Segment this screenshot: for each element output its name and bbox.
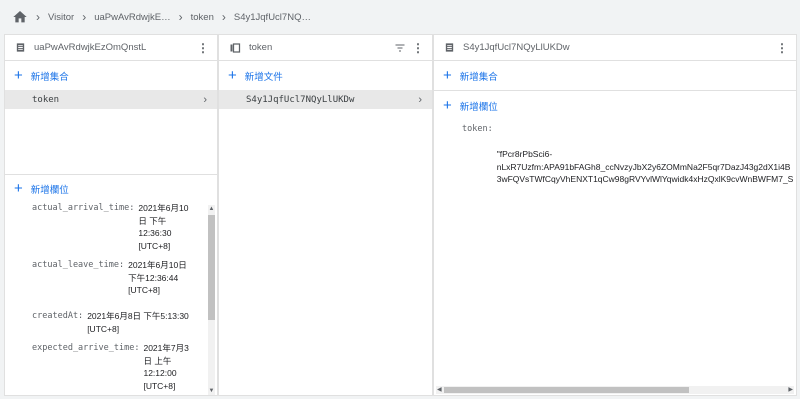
breadcrumb-item-visitor[interactable]: Visitor bbox=[48, 12, 74, 23]
breadcrumb-item-user[interactable]: uaPwAvRdwjkE… bbox=[94, 12, 170, 23]
add-collection-button[interactable]: + 新增集合 bbox=[434, 61, 796, 90]
home-icon[interactable] bbox=[12, 9, 28, 25]
add-field-label: 新增欄位 bbox=[30, 184, 69, 196]
plus-icon: + bbox=[14, 180, 23, 197]
add-document-button[interactable]: + 新增文件 bbox=[219, 61, 432, 90]
scrollbar-thumb[interactable] bbox=[208, 215, 215, 320]
scroll-up-icon[interactable]: ▲ bbox=[208, 205, 215, 213]
chevron-right-icon: › bbox=[221, 10, 226, 24]
field-list: actual_arrival_time: 2021年6月10 日 下午 12:36:… bbox=[5, 202, 217, 395]
add-document-label: 新增文件 bbox=[244, 71, 283, 83]
add-collection-button[interactable]: + 新增集合 bbox=[5, 61, 217, 90]
document-icon bbox=[16, 43, 25, 52]
chevron-right-icon: › bbox=[418, 93, 422, 106]
plus-icon: + bbox=[443, 67, 452, 84]
list-item-label: token bbox=[32, 94, 60, 105]
field-key: actual_leave_time: bbox=[32, 260, 125, 270]
add-field-button[interactable]: + 新增欄位 bbox=[5, 174, 217, 203]
add-field-label: 新增欄位 bbox=[459, 101, 498, 113]
chevron-right-icon: › bbox=[178, 10, 183, 24]
plus-icon: + bbox=[228, 67, 237, 84]
breadcrumb-item-token[interactable]: token bbox=[191, 12, 214, 23]
field-value: 2021年7月3 日 上午 12:12:00 [UTC+8] bbox=[143, 343, 189, 391]
document-detail-panel: S4y1JqfUcl7NQyLlUKDw ⋮ + 新增集合 + 新增欄位 tok… bbox=[433, 34, 797, 396]
field-key: expected_arrive_time: bbox=[32, 343, 140, 353]
panel-title: token bbox=[249, 42, 273, 53]
add-field-button[interactable]: + 新增欄位 bbox=[434, 91, 796, 120]
scroll-down-icon[interactable]: ▼ bbox=[208, 387, 215, 395]
list-item[interactable]: S4y1JqfUcl7NQyLlUKDw › bbox=[219, 90, 432, 109]
chevron-right-icon: › bbox=[36, 10, 40, 24]
scrollbar-thumb[interactable] bbox=[444, 387, 689, 393]
breadcrumb: › Visitor › uaPwAvRdwjkE… › token › S4y1… bbox=[0, 0, 800, 34]
more-vert-icon[interactable]: ⋮ bbox=[412, 41, 424, 55]
field-value: 2021年6月8日 下午5:13:30 [UTC+8] bbox=[87, 311, 189, 334]
chevron-right-icon: › bbox=[82, 10, 87, 24]
field-key: token: bbox=[462, 124, 493, 134]
more-vert-icon[interactable]: ⋮ bbox=[776, 41, 788, 55]
field-key: actual_arrival_time: bbox=[32, 203, 135, 213]
vertical-scrollbar[interactable]: ▲ ▼ bbox=[208, 205, 215, 395]
field-value: "fPcr8rPbSci6- nLxR7Uzfm:APA91bFAGh8_ccNv… bbox=[496, 149, 794, 184]
document-icon bbox=[445, 43, 454, 52]
field-row[interactable]: expected_arrive_time: 2021年7月3 日 上午 12:12:… bbox=[32, 342, 189, 392]
collection-icon bbox=[230, 42, 241, 53]
horizontal-scrollbar[interactable]: ◀ ▶ bbox=[436, 386, 794, 394]
document-panel: uaPwAvRdwjkEzOmQnstL ⋮ + 新增集合 token › + … bbox=[4, 34, 218, 396]
field-row[interactable]: actual_arrival_time: 2021年6月10 日 下午 12:36:… bbox=[32, 202, 188, 252]
panel-header: token ⋮ bbox=[219, 35, 432, 61]
scroll-left-icon[interactable]: ◀ bbox=[437, 386, 442, 394]
add-collection-label: 新增集合 bbox=[30, 71, 69, 83]
breadcrumb-item-document[interactable]: S4y1JqfUcl7NQ… bbox=[234, 12, 311, 23]
field-key: createdAt: bbox=[32, 311, 84, 321]
field-value: 2021年6月10日 下午12:36:44 [UTC+8] bbox=[128, 260, 187, 295]
plus-icon: + bbox=[14, 67, 23, 84]
panel-header: S4y1JqfUcl7NQyLlUKDw ⋮ bbox=[434, 35, 796, 61]
scroll-right-icon[interactable]: ▶ bbox=[788, 386, 793, 394]
list-item[interactable]: token › bbox=[5, 90, 217, 109]
panel-title: uaPwAvRdwjkEzOmQnstL bbox=[34, 42, 147, 53]
panel-title: S4y1JqfUcl7NQyLlUKDw bbox=[463, 42, 570, 53]
field-value: 2021年6月10 日 下午 12:36:30 [UTC+8] bbox=[138, 203, 189, 251]
field-row[interactable]: actual_leave_time: 2021年6月10日 下午12:36:44[… bbox=[32, 259, 187, 297]
list-item-label: S4y1JqfUcl7NQyLlUKDw bbox=[246, 94, 355, 105]
field-row[interactable]: createdAt: 2021年6月8日 下午5:13:30 [UTC+8] bbox=[32, 310, 189, 335]
field-row[interactable]: token: "fPcr8rPbSci6- nLxR7Uzfm:APA91bFAG… bbox=[462, 123, 796, 211]
add-collection-label: 新增集合 bbox=[459, 71, 498, 83]
collection-panel: token ⋮ + 新增文件 S4y1JqfUcl7NQyLlUKDw › bbox=[218, 34, 433, 396]
panel-header: uaPwAvRdwjkEzOmQnstL ⋮ bbox=[5, 35, 217, 61]
plus-icon: + bbox=[443, 97, 452, 114]
chevron-right-icon: › bbox=[203, 93, 207, 106]
filter-icon[interactable] bbox=[394, 42, 406, 54]
more-vert-icon[interactable]: ⋮ bbox=[197, 41, 209, 55]
